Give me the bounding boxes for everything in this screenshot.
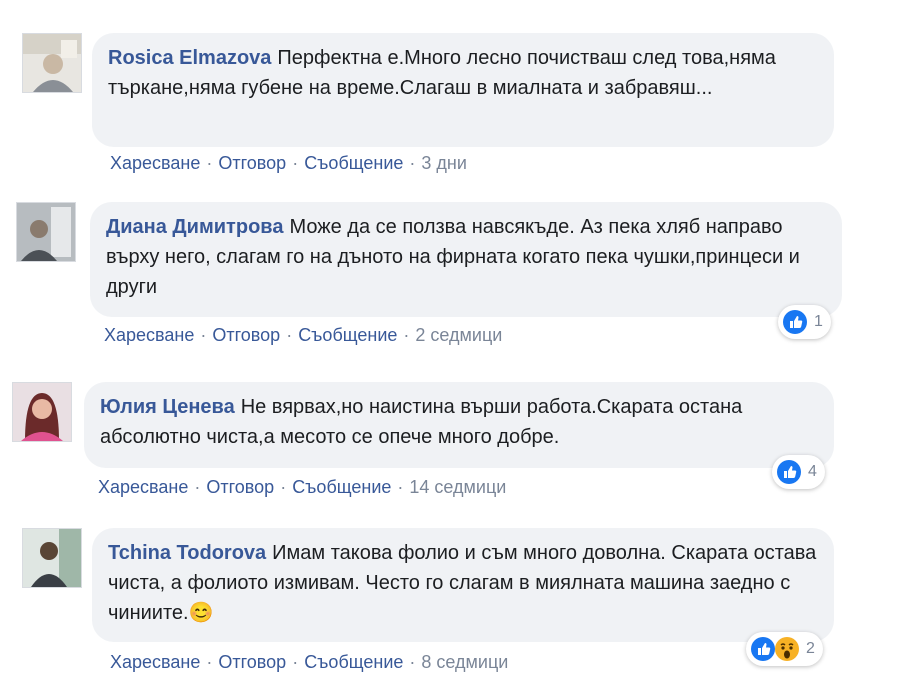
blush-emoji-icon: 😊 bbox=[188, 602, 214, 624]
reaction-count: 4 bbox=[808, 463, 817, 480]
reactions-summary[interactable]: 1 bbox=[778, 305, 831, 339]
separator: · bbox=[194, 477, 201, 497]
separator: · bbox=[409, 652, 416, 672]
comment-time[interactable]: 8 седмици bbox=[421, 652, 508, 672]
comment-author[interactable]: Tchina Todorova bbox=[108, 542, 266, 564]
like-link[interactable]: Харесване bbox=[110, 153, 200, 173]
message-link[interactable]: Съобщение bbox=[304, 652, 403, 672]
like-link[interactable]: Харесване bbox=[104, 325, 194, 345]
separator: · bbox=[206, 652, 213, 672]
comment-actions: Харесване · Отговор · Съобщение · 2 седмици bbox=[104, 325, 502, 346]
comment-bubble: Диана Димитрова Може да се ползва навсякъ… bbox=[90, 202, 842, 317]
reactions-summary[interactable]: 2 bbox=[746, 632, 823, 666]
like-link[interactable]: Харесване bbox=[98, 477, 188, 497]
reply-link[interactable]: Отговор bbox=[206, 477, 274, 497]
message-link[interactable]: Съобщение bbox=[292, 477, 391, 497]
comment-time[interactable]: 14 седмици bbox=[409, 477, 506, 497]
comment-actions: Харесване · Отговор · Съобщение · 8 седмици bbox=[110, 652, 508, 673]
separator: · bbox=[280, 477, 287, 497]
wow-reaction-icon bbox=[774, 636, 800, 662]
like-reaction-icon bbox=[776, 459, 802, 485]
avatar[interactable] bbox=[16, 202, 76, 262]
avatar[interactable] bbox=[22, 528, 82, 588]
like-reaction-icon bbox=[750, 636, 776, 662]
separator: · bbox=[292, 652, 299, 672]
comment-actions: Харесване · Отговор · Съобщение · 3 дни bbox=[110, 153, 467, 174]
avatar[interactable] bbox=[22, 33, 82, 93]
separator: · bbox=[286, 325, 293, 345]
reply-link[interactable]: Отговор bbox=[212, 325, 280, 345]
separator: · bbox=[292, 153, 299, 173]
comment-bubble: Rosica Elmazova Перфектна е.Много лесно п… bbox=[92, 33, 834, 147]
comment-bubble: Tchina Todorova Имам такова фолио и съм м… bbox=[92, 528, 834, 642]
separator: · bbox=[409, 153, 416, 173]
separator: · bbox=[403, 325, 410, 345]
reaction-count: 1 bbox=[814, 313, 823, 330]
separator: · bbox=[397, 477, 404, 497]
comment-bubble: Юлия Ценева Не вярвах,но наистина върши р… bbox=[84, 382, 834, 468]
separator: · bbox=[206, 153, 213, 173]
message-link[interactable]: Съобщение bbox=[304, 153, 403, 173]
like-reaction-icon bbox=[782, 309, 808, 335]
comment-author[interactable]: Диана Димитрова bbox=[106, 216, 283, 238]
reply-link[interactable]: Отговор bbox=[218, 153, 286, 173]
reaction-count: 2 bbox=[806, 640, 815, 657]
message-link[interactable]: Съобщение bbox=[298, 325, 397, 345]
reactions-summary[interactable]: 4 bbox=[772, 455, 825, 489]
comment-author[interactable]: Юлия Ценева bbox=[100, 396, 235, 418]
reply-link[interactable]: Отговор bbox=[218, 652, 286, 672]
comment-time[interactable]: 2 седмици bbox=[415, 325, 502, 345]
comment-author[interactable]: Rosica Elmazova bbox=[108, 47, 271, 69]
comment-actions: Харесване · Отговор · Съобщение · 14 седмици bbox=[98, 477, 506, 498]
separator: · bbox=[200, 325, 207, 345]
like-link[interactable]: Харесване bbox=[110, 652, 200, 672]
comment-time[interactable]: 3 дни bbox=[421, 153, 467, 173]
avatar[interactable] bbox=[12, 382, 72, 442]
